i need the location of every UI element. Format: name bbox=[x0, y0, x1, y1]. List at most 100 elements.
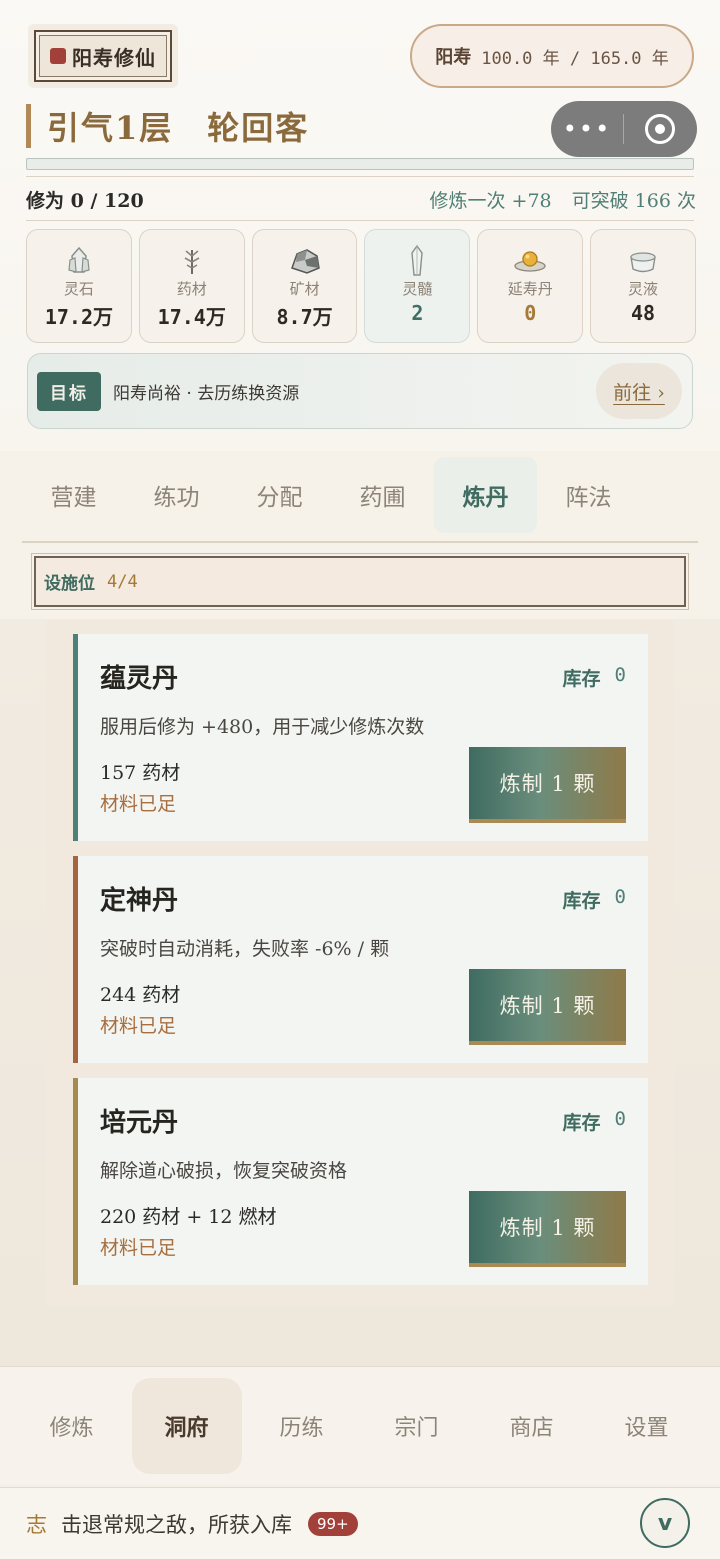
divider bbox=[26, 176, 694, 177]
resource-name: 药材 bbox=[176, 280, 207, 298]
tab-build[interactable]: 营建 bbox=[22, 457, 125, 533]
craft-button[interactable]: 炼制 1 颗 bbox=[469, 1191, 626, 1267]
recipe-cost: 220 药材 + 12 燃材 bbox=[100, 1206, 277, 1228]
resource-card-herb[interactable]: 药材 17.4万 bbox=[138, 229, 245, 343]
resource-card-marrow[interactable]: 灵髓 2 bbox=[364, 229, 471, 343]
close-button[interactable] bbox=[624, 114, 696, 144]
chevron-down-icon[interactable]: v bbox=[640, 1498, 690, 1548]
goal-go-button[interactable]: 前往 › bbox=[596, 363, 682, 419]
resource-card-ore[interactable]: 矿材 8.7万 bbox=[251, 229, 358, 343]
resource-value: 48 bbox=[631, 301, 656, 325]
resource-card-longevity-pill[interactable]: 延寿丹 0 bbox=[477, 229, 584, 343]
stock-label: 库存 bbox=[562, 1112, 601, 1134]
stock-value: 0 bbox=[614, 664, 626, 686]
craft-button[interactable]: 炼制 1 颗 bbox=[469, 969, 626, 1045]
nav-cave[interactable]: 洞府 bbox=[129, 1367, 244, 1484]
facility-slots: 设施位 4/4 bbox=[34, 556, 686, 607]
tab-allocate[interactable]: 分配 bbox=[228, 457, 331, 533]
stock-label: 库存 bbox=[562, 668, 601, 690]
cultivation-row: 修为 0 / 120 修炼一次 +78 可突破 166 次 bbox=[26, 184, 696, 214]
resource-value: 2 bbox=[411, 301, 424, 325]
facility-value: 4/4 bbox=[107, 571, 138, 592]
resource-value: 17.2万 bbox=[44, 305, 113, 329]
nav-cultivate[interactable]: 修炼 bbox=[14, 1367, 129, 1484]
resource-name: 灵髓 bbox=[402, 280, 433, 298]
bottom-nav: 修炼 洞府 历练 宗门 商店 设置 bbox=[0, 1366, 720, 1484]
stock-value: 0 bbox=[614, 1108, 626, 1130]
nav-settings[interactable]: 设置 bbox=[589, 1367, 704, 1484]
stock-value: 0 bbox=[614, 886, 626, 908]
longevity-pill-icon bbox=[513, 246, 547, 276]
resource-card-spirit-liquid[interactable]: 灵液 48 bbox=[590, 229, 696, 343]
event-log-bar[interactable]: 志 击退常规之敌，所获入库 99+ v bbox=[0, 1487, 720, 1559]
stock-label: 库存 bbox=[562, 890, 601, 912]
herb-icon bbox=[175, 246, 209, 276]
lifespan-badge: 阳寿 100.0 年 / 165.0 年 bbox=[410, 24, 694, 88]
realm-level: 引气1层 bbox=[47, 109, 174, 147]
realm-title: 引气1层 轮回客 bbox=[26, 102, 343, 150]
breakthrough-count: 可突破 166 次 bbox=[571, 189, 696, 212]
spirit-stone-icon bbox=[62, 246, 96, 276]
resource-value: 8.7万 bbox=[276, 305, 333, 329]
recipe-accent-bar bbox=[73, 634, 78, 841]
resource-value: 17.4万 bbox=[157, 305, 226, 329]
per-practice-gain: 修炼一次 +78 bbox=[429, 189, 552, 212]
nav-shop[interactable]: 商店 bbox=[474, 1367, 589, 1484]
recipe-status: 材料已足 bbox=[100, 793, 177, 815]
cultivation-progress-bar bbox=[26, 158, 694, 170]
goal-banner: 目标 阳寿尚裕 · 去历练换资源 前往 › bbox=[27, 353, 693, 429]
tab-training[interactable]: 练功 bbox=[125, 457, 228, 533]
recipe-description: 服用后修为 +480，用于减少修炼次数 bbox=[100, 716, 425, 738]
recipe-card: 蕴灵丹 库存 0 服用后修为 +480，用于减少修炼次数 157 药材 材料已足… bbox=[73, 634, 648, 841]
recipe-stock: 库存 0 bbox=[563, 664, 626, 691]
recipe-name: 培元丹 bbox=[100, 1108, 179, 1138]
tab-alchemy[interactable]: 炼丹 bbox=[434, 457, 537, 533]
cultivation-label: 修为 bbox=[26, 189, 65, 212]
ore-icon bbox=[288, 246, 322, 276]
lifespan-value: 100.0 年 / 165.0 年 bbox=[481, 48, 669, 69]
recipe-status: 材料已足 bbox=[100, 1237, 177, 1259]
nav-sect[interactable]: 宗门 bbox=[359, 1367, 474, 1484]
resource-card-spirit-stone[interactable]: 灵石 17.2万 bbox=[26, 229, 132, 343]
resource-name: 矿材 bbox=[289, 280, 320, 298]
logo-text: 阳寿修仙 bbox=[72, 45, 156, 70]
nav-adventure[interactable]: 历练 bbox=[244, 1367, 359, 1484]
log-count-badge: 99+ bbox=[308, 1511, 358, 1536]
resource-name: 灵液 bbox=[628, 280, 659, 298]
cave-tabs: 营建 练功 分配 药圃 炼丹 阵法 bbox=[22, 457, 698, 533]
crystal-icon bbox=[400, 245, 434, 276]
recipe-name: 定神丹 bbox=[100, 886, 179, 916]
player-title: 轮回客 bbox=[207, 109, 310, 147]
tab-formation[interactable]: 阵法 bbox=[537, 457, 640, 533]
close-circle-icon bbox=[645, 114, 675, 144]
resource-name: 延寿丹 bbox=[507, 280, 553, 298]
game-screen: 阳寿修仙 阳寿 100.0 年 / 165.0 年 引气1层 轮回客 ••• 修为… bbox=[0, 0, 720, 1559]
craft-button[interactable]: 炼制 1 颗 bbox=[469, 747, 626, 823]
recipe-cost: 244 药材 bbox=[100, 984, 181, 1006]
resource-value: 0 bbox=[524, 301, 537, 325]
seal-icon bbox=[50, 48, 66, 64]
recipe-description: 解除道心破损，恢复突破资格 bbox=[100, 1160, 348, 1182]
resource-cards: 灵石 17.2万 药材 17.4万 矿材 8.7万 灵髓 2 延寿丹 0 灵液 … bbox=[26, 229, 696, 343]
log-message: 击退常规之敌，所获入库 bbox=[61, 1512, 292, 1537]
nav-cave-label: 洞府 bbox=[131, 1377, 242, 1474]
lifespan-label: 阳寿 bbox=[435, 47, 472, 68]
facility-label: 设施位 bbox=[44, 574, 95, 594]
game-logo: 阳寿修仙 bbox=[28, 24, 178, 88]
recipe-stock: 库存 0 bbox=[563, 1108, 626, 1135]
recipe-description: 突破时自动消耗，失败率 -6% / 颗 bbox=[100, 938, 390, 960]
resource-name: 灵石 bbox=[63, 280, 94, 298]
tabs-divider bbox=[22, 541, 698, 543]
recipe-name: 蕴灵丹 bbox=[100, 664, 179, 694]
recipe-status: 材料已足 bbox=[100, 1015, 177, 1037]
goal-text: 阳寿尚裕 · 去历练换资源 bbox=[113, 383, 300, 404]
recipe-card: 定神丹 库存 0 突破时自动消耗，失败率 -6% / 颗 244 药材 材料已足… bbox=[73, 856, 648, 1063]
goal-tag: 目标 bbox=[37, 371, 101, 411]
spirit-liquid-icon bbox=[626, 246, 660, 276]
recipe-cost: 157 药材 bbox=[100, 762, 181, 784]
cultivation-value: 0 / 120 bbox=[70, 189, 144, 212]
recipe-accent-bar bbox=[73, 1078, 78, 1285]
more-dots-icon[interactable]: ••• bbox=[551, 117, 623, 141]
tab-herb-garden[interactable]: 药圃 bbox=[331, 457, 434, 533]
realm-accent-bar bbox=[26, 104, 31, 148]
